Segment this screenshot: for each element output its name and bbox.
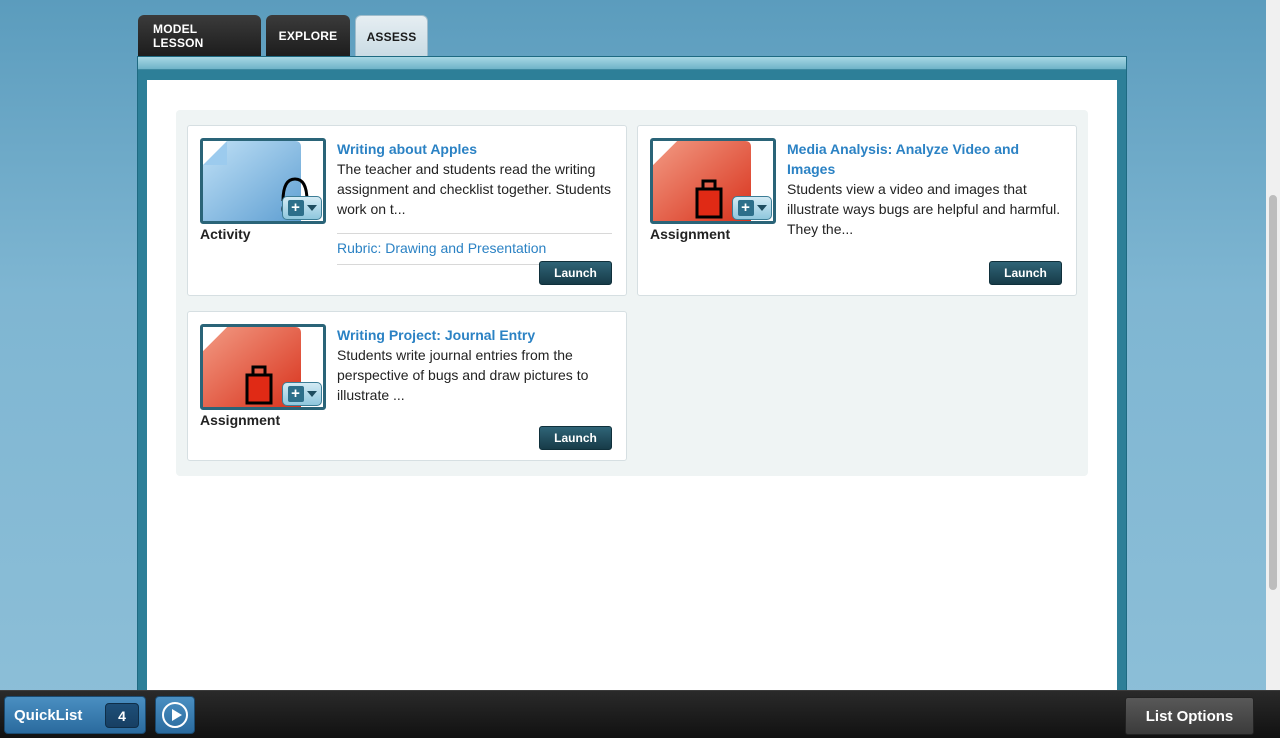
chevron-down-icon <box>756 205 767 211</box>
page-scrollbar[interactable] <box>1266 0 1280 690</box>
resource-panel: + Activity Writing about Apples The teac… <box>176 110 1088 476</box>
play-button[interactable] <box>155 696 195 734</box>
resource-type-label: Assignment <box>200 412 281 428</box>
quicklist-button[interactable]: QuickList 4 <box>4 696 146 734</box>
resource-description: The teacher and students read the writin… <box>337 161 611 217</box>
tab-explore[interactable]: EXPLORE <box>266 15 350 57</box>
tab-model-lesson[interactable]: MODEL LESSON <box>138 15 261 57</box>
chevron-down-icon <box>306 205 317 211</box>
resource-title-link[interactable]: Writing about Apples <box>337 139 627 159</box>
plus-icon: + <box>737 200 754 216</box>
play-icon <box>162 702 188 728</box>
activity-doc-icon[interactable]: + <box>200 138 326 224</box>
main-content: + Activity Writing about Apples The teac… <box>147 80 1117 697</box>
chevron-down-icon <box>306 391 317 397</box>
frame-top-bar <box>138 57 1126 70</box>
assignment-doc-icon[interactable]: + <box>650 138 776 224</box>
rubric-link[interactable]: Rubric: Drawing and Presentation <box>337 240 546 256</box>
add-to-quicklist-button[interactable]: + <box>282 196 322 220</box>
resource-type-label: Assignment <box>650 226 731 242</box>
resource-description: Students write journal entries from the … <box>337 347 589 403</box>
plus-icon: + <box>287 386 304 402</box>
content-frame: + Activity Writing about Apples The teac… <box>137 56 1127 697</box>
plus-icon: + <box>287 200 304 216</box>
resource-card-media-analysis: + Assignment Media Analysis: Analyze Vid… <box>637 125 1077 296</box>
resource-title-link[interactable]: Media Analysis: Analyze Video and Images <box>787 139 1052 179</box>
quicklist-count-badge: 4 <box>105 703 139 728</box>
add-to-quicklist-button[interactable]: + <box>282 382 322 406</box>
resource-description: Students view a video and images that il… <box>787 181 1061 237</box>
bottom-toolbar: QuickList 4 List Options <box>0 690 1280 738</box>
resource-title-link[interactable]: Writing Project: Journal Entry <box>337 325 627 345</box>
tab-assess[interactable]: ASSESS <box>355 15 428 57</box>
tab-bar: MODEL LESSON EXPLORE ASSESS <box>138 15 428 57</box>
list-options-button[interactable]: List Options <box>1125 697 1254 735</box>
resource-card-writing-about-apples: + Activity Writing about Apples The teac… <box>187 125 627 296</box>
add-to-quicklist-button[interactable]: + <box>732 196 772 220</box>
launch-button[interactable]: Launch <box>989 261 1062 285</box>
scrollbar-thumb[interactable] <box>1269 195 1277 590</box>
launch-button[interactable]: Launch <box>539 261 612 285</box>
assignment-doc-icon[interactable]: + <box>200 324 326 410</box>
resource-card-journal-entry: + Assignment Writing Project: Journal En… <box>187 311 627 461</box>
quicklist-label: QuickList <box>14 706 83 724</box>
resource-type-label: Activity <box>200 226 251 242</box>
divider <box>337 233 612 234</box>
launch-button[interactable]: Launch <box>539 426 612 450</box>
